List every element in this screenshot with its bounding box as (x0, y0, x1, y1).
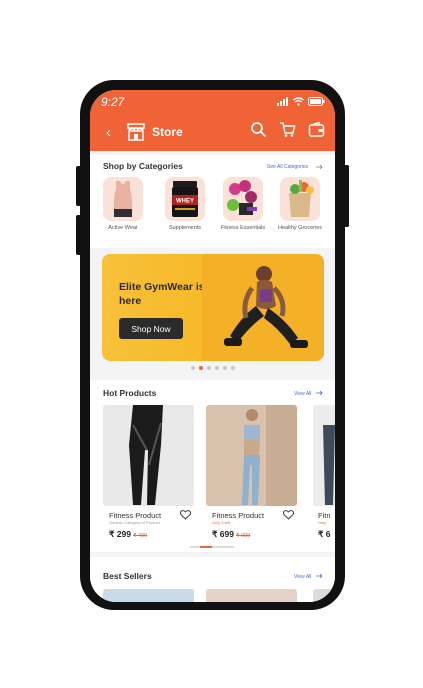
carousel-dot[interactable] (214, 366, 219, 370)
promo-banner[interactable]: Elite GymWear is here Shop Now (102, 254, 324, 361)
category-supplements[interactable]: WHEY Supplements (161, 177, 209, 232)
scroll-thumb (200, 546, 212, 548)
volume-down-button (76, 215, 81, 255)
section-title: Hot Products (103, 388, 157, 398)
app-screen: 9:27 ‹ Store Shop by Categories See All … (90, 90, 335, 602)
app-header: 9:27 ‹ Store (90, 90, 335, 151)
product-mrp: ₹ 999 (235, 533, 251, 539)
heart-icon[interactable] (180, 510, 191, 520)
dumbbells-image (227, 180, 257, 215)
stock-status: Only (318, 520, 327, 525)
category-label: Healthy Groceries (277, 225, 323, 231)
product-photo (313, 405, 335, 506)
grocery-bag-image (289, 180, 314, 217)
category-image (280, 177, 320, 221)
back-button[interactable]: ‹ (106, 124, 111, 141)
power-button (344, 165, 349, 227)
section-title: Best Sellers (103, 571, 152, 581)
price-value: ₹ 299 (109, 529, 131, 539)
wifi-icon (293, 97, 304, 106)
carousel-indicators (90, 366, 335, 370)
product-scroll-indicator (190, 546, 234, 548)
store-icon (127, 123, 145, 141)
product-mrp: ₹ 499 (132, 533, 148, 539)
product-image (103, 405, 194, 506)
status-icons (277, 97, 325, 106)
whey-text: WHEY (176, 199, 194, 205)
categories-section: Shop by Categories See All Categories Ac… (90, 155, 335, 248)
product-image (206, 405, 297, 506)
product-card[interactable]: Fitness Product Only 3 left ₹ 699 ₹ 999 (206, 405, 299, 539)
carousel-dot[interactable] (222, 366, 227, 370)
status-time: 9:27 (101, 95, 125, 109)
product-image[interactable] (206, 589, 297, 602)
carousel-dot[interactable] (230, 366, 235, 370)
category-active-wear[interactable]: Active Wear (99, 177, 147, 232)
product-image (313, 405, 335, 506)
wallet-icon[interactable] (308, 121, 325, 138)
price-value: ₹ 699 (212, 529, 234, 539)
product-card[interactable]: Fitn Only ₹ 6 (313, 405, 335, 539)
product-image[interactable] (103, 589, 194, 602)
carousel-dot[interactable] (206, 366, 211, 370)
carousel-dot-active[interactable] (198, 366, 203, 370)
product-price: ₹ 6 (318, 529, 331, 539)
arrow-right-icon[interactable] (316, 164, 323, 170)
header-actions (250, 121, 325, 138)
leggings-photo (103, 405, 194, 506)
category-label: Active Wear (108, 225, 138, 231)
battery-icon (308, 97, 325, 106)
section-title: Shop by Categories (103, 161, 183, 171)
category-image: WHEY (165, 177, 205, 221)
product-image[interactable] (313, 589, 335, 602)
category-image (103, 177, 143, 221)
carousel-dot[interactable] (190, 366, 195, 370)
product-price: ₹ 299 ₹ 499 (109, 529, 147, 540)
see-all-categories-link[interactable]: See All Categories (267, 164, 308, 170)
banner-title: Elite GymWear is here (119, 281, 205, 307)
category-label: Fitness Essentials (220, 225, 266, 231)
heart-icon[interactable] (283, 510, 294, 520)
product-category: Generic Category of Product (109, 520, 160, 525)
search-icon[interactable] (250, 121, 267, 138)
category-label: Supplements (168, 225, 202, 231)
tank-top-image (113, 181, 133, 217)
volume-up-button (76, 166, 81, 206)
category-image (223, 177, 263, 221)
signal-icon (277, 97, 288, 106)
arrow-right-icon[interactable] (316, 573, 323, 579)
view-all-link[interactable]: View All (294, 574, 311, 580)
shop-now-button[interactable]: Shop Now (119, 318, 183, 339)
cart-icon[interactable] (279, 121, 296, 138)
product-card[interactable]: Fitness Product Generic Category of Prod… (103, 405, 196, 539)
arrow-right-icon[interactable] (316, 390, 323, 396)
product-price: ₹ 699 ₹ 999 (212, 529, 250, 540)
athlete-photo (202, 254, 324, 361)
category-healthy-groceries[interactable]: Healthy Groceries (276, 177, 324, 232)
product-name: Fitness Product (109, 511, 162, 520)
product-name: Fitn (318, 511, 331, 520)
product-name: Fitness Product (212, 511, 265, 520)
view-all-link[interactable]: View All (294, 391, 311, 397)
category-fitness-essentials[interactable]: Fitness Essentials (219, 177, 267, 232)
stock-status: Only 3 left (212, 520, 231, 525)
nav-bar: ‹ Store (90, 120, 335, 146)
activewear-set-photo (206, 405, 297, 506)
whey-tub-image: WHEY (172, 181, 198, 217)
best-sellers-section: Best Sellers View All (90, 557, 335, 602)
page-title: Store (152, 125, 183, 139)
